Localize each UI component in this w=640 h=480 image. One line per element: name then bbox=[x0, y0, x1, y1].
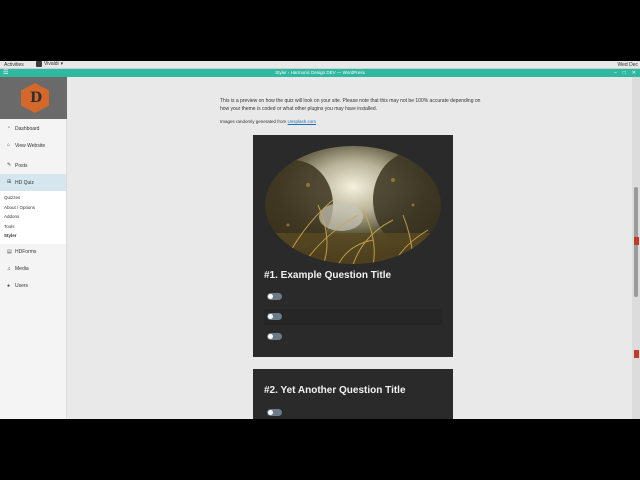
quiz-icon: ⊞ bbox=[7, 179, 12, 185]
browser-title-bar: ☰ Styler ‹ Harmonic Design DEV — WordPre… bbox=[0, 69, 640, 77]
feedback-tab-icon[interactable] bbox=[634, 237, 639, 245]
minimize-icon[interactable]: – bbox=[614, 69, 617, 77]
sidebar-item-label: View Website bbox=[15, 142, 46, 149]
site-logo-box[interactable]: D bbox=[0, 77, 67, 119]
answer-toggle[interactable] bbox=[267, 313, 282, 320]
maximize-icon[interactable]: □ bbox=[623, 69, 626, 77]
sidebar-item-view-website[interactable]: ⌂ View Website bbox=[0, 137, 66, 154]
toggle-knob bbox=[268, 314, 273, 319]
toggle-knob bbox=[268, 294, 273, 299]
vivaldi-icon bbox=[36, 61, 42, 67]
sidebar-item-label: Media bbox=[15, 266, 29, 272]
sidebar-item-label: Posts bbox=[15, 162, 28, 169]
submenu-item-tools[interactable]: Tools bbox=[0, 222, 66, 232]
submenu-item-addons[interactable]: Addons bbox=[0, 212, 66, 222]
menu-icon[interactable]: ☰ bbox=[3, 69, 8, 77]
question-title: #2. Yet Another Question Title bbox=[264, 385, 406, 396]
submenu-item-styler[interactable]: Styler bbox=[0, 231, 66, 241]
close-icon[interactable]: ✕ bbox=[632, 69, 636, 77]
attribution-text: Images randomly generated from bbox=[220, 119, 288, 124]
unsplash-link[interactable]: Unsplash.com bbox=[288, 119, 317, 124]
main-content: This is a preview on how the quiz will l… bbox=[67, 77, 632, 419]
sidebar-item-label: Dashboard bbox=[15, 125, 40, 132]
app-menu[interactable]: Vivaldi ▾ bbox=[36, 61, 63, 67]
question-card: #2. Yet Another Question Title bbox=[253, 369, 453, 419]
answer-option[interactable] bbox=[264, 289, 442, 305]
toggle-knob bbox=[268, 334, 273, 339]
page-scrollbar[interactable] bbox=[632, 77, 640, 419]
app-name: Vivaldi bbox=[44, 61, 59, 67]
question-title: #1. Example Question Title bbox=[264, 270, 392, 281]
sidebar-item-hdforms[interactable]: ▤ HDForms bbox=[0, 244, 66, 261]
answer-toggle[interactable] bbox=[267, 293, 282, 300]
admin-sidebar: D ◔ Dashboard ⌂ View Website ✎ Posts ⊞ H… bbox=[0, 77, 67, 419]
chevron-down-icon: ▾ bbox=[60, 61, 64, 67]
preview-note: This is a preview on how the quiz will l… bbox=[220, 98, 481, 112]
activities-button[interactable]: Activities bbox=[4, 62, 24, 68]
toggle-knob bbox=[268, 410, 273, 415]
answer-option[interactable] bbox=[264, 329, 442, 345]
feedback-tab-icon[interactable] bbox=[634, 350, 639, 358]
sidebar-item-media[interactable]: ♫ Media bbox=[0, 261, 66, 278]
hd-quiz-submenu: Quizzes About / Options Addons Tools Sty… bbox=[0, 191, 66, 244]
dashboard-icon: ◔ bbox=[7, 125, 11, 131]
answer-option[interactable] bbox=[264, 309, 442, 325]
answer-toggle[interactable] bbox=[267, 333, 282, 340]
media-icon: ♫ bbox=[7, 265, 11, 272]
os-top-bar: Activities Vivaldi ▾ Wed Dec bbox=[0, 61, 640, 69]
sidebar-item-users[interactable]: ● Users bbox=[0, 278, 66, 295]
question-card: #1. Example Question Title bbox=[253, 135, 453, 357]
window-title: Styler ‹ Harmonic Design DEV — WordPress bbox=[275, 70, 365, 75]
screen: Activities Vivaldi ▾ Wed Dec ☰ Styler ‹ … bbox=[0, 61, 640, 419]
sidebar-item-label: Users bbox=[15, 283, 29, 289]
submenu-item-about-options[interactable]: About / Options bbox=[0, 203, 66, 213]
image-attribution: Images randomly generated from Unsplash.… bbox=[220, 119, 316, 124]
answer-toggle[interactable] bbox=[267, 409, 282, 416]
sidebar-item-label: HD Quiz bbox=[15, 179, 34, 186]
sidebar-item-hd-quiz[interactable]: ⊞ HD Quiz bbox=[0, 174, 66, 191]
user-icon: ● bbox=[7, 282, 11, 289]
question-image bbox=[265, 146, 441, 264]
window-controls: – □ ✕ bbox=[614, 69, 636, 77]
forms-icon: ▤ bbox=[7, 248, 12, 255]
home-icon: ⌂ bbox=[7, 142, 11, 148]
pin-icon: ✎ bbox=[7, 162, 12, 168]
sidebar-item-dashboard[interactable]: ◔ Dashboard bbox=[0, 120, 66, 137]
answer-option[interactable] bbox=[264, 405, 442, 419]
submenu-item-quizzes[interactable]: Quizzes bbox=[0, 193, 66, 203]
logo-icon: D bbox=[21, 83, 49, 113]
sidebar-item-label: HDForms bbox=[15, 249, 37, 255]
sidebar-item-posts[interactable]: ✎ Posts bbox=[0, 157, 66, 174]
clock[interactable]: Wed Dec bbox=[618, 62, 638, 68]
